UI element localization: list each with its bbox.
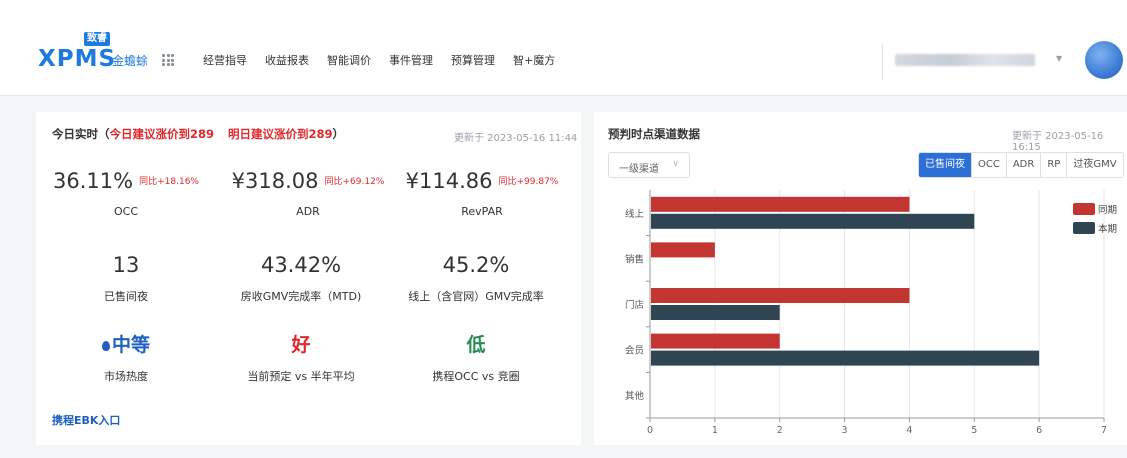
tomorrow-price-suggestion: 明日建议涨价到289 <box>228 127 333 141</box>
x-tick-label: 1 <box>712 425 718 436</box>
today-realtime-panel: 今日实时（ 今日建议涨价到289 明日建议涨价到289 ） 更新于 2023-0… <box>36 112 581 445</box>
metric-value: ¥114.86 <box>405 169 493 193</box>
metric-label: 房收GMV完成率（MTD) <box>240 290 362 303</box>
metric-occ: 36.11% 同比+18.16% OCC <box>36 168 216 218</box>
metric-value: ¥318.08 <box>231 169 319 193</box>
metric-value: 36.11% <box>53 169 134 193</box>
x-tick-label: 2 <box>777 425 783 436</box>
bar-线上-同期 <box>651 196 910 212</box>
y-tick-label: 线上 <box>625 208 645 220</box>
hotel-name-link[interactable]: 金蟾蜍 <box>112 52 148 69</box>
metric-compare: 同比+18.16% <box>139 177 199 187</box>
avatar[interactable] <box>1085 41 1123 79</box>
metric-label: 当前预定 vs 半年平均 <box>247 370 355 383</box>
metric-booking-vs-halfyear: 好 当前预定 vs 半年平均 <box>221 332 381 384</box>
nav-item-revenue-report[interactable]: 收益报表 <box>265 52 309 78</box>
x-tick-label: 0 <box>647 425 653 436</box>
drop-icon <box>101 340 110 351</box>
metric-value: 低 <box>466 334 486 356</box>
ctrip-ebk-link[interactable]: 携程EBK入口 <box>52 412 120 428</box>
legend-label-本期: 本期 <box>1098 223 1117 235</box>
bar-门店-本期 <box>651 305 780 320</box>
nav-item-smart-pricing[interactable]: 智能调价 <box>327 52 371 78</box>
metric-sold-room-nights: 13 已售间夜 <box>46 252 206 304</box>
metric-revpar: ¥114.86 同比+99.87% RevPAR <box>392 168 572 218</box>
metric-label: 已售间夜 <box>104 290 148 303</box>
metric-value: 好 <box>291 334 311 356</box>
metric-online-gmv-rate: 45.2% 线上（含官网）GMV完成率 <box>396 252 556 304</box>
today-price-suggestion: 今日建议涨价到289 <box>109 127 215 141</box>
metric-value: 中等 <box>111 334 150 356</box>
x-tick-label: 3 <box>842 425 848 436</box>
y-tick-label: 会员 <box>625 345 644 357</box>
user-account-selector[interactable] <box>895 54 1035 66</box>
metric-compare: 同比+69.12% <box>324 177 385 187</box>
metric-market-heat: 中等 市场热度 <box>46 332 206 384</box>
bar-会员-本期 <box>651 350 1040 366</box>
legend-swatch-本期 <box>1073 222 1095 234</box>
chevron-down-icon[interactable]: ▼ <box>1056 54 1062 63</box>
nav-item-event-management[interactable]: 事件管理 <box>389 52 433 78</box>
bar-销售-同期 <box>651 242 715 258</box>
x-tick-label: 4 <box>906 425 912 436</box>
today-updated-time: 更新于 2023-05-16 11:44 <box>454 133 578 144</box>
metric-label: 携程OCC vs 竞圈 <box>432 370 520 383</box>
x-tick-label: 6 <box>1036 425 1042 436</box>
y-tick-label: 其他 <box>625 390 645 402</box>
metric-label: RevPAR <box>461 205 503 218</box>
metric-label: 线上（含官网）GMV完成率 <box>408 290 544 303</box>
nav-item-operation-guide[interactable]: 经营指导 <box>203 52 247 78</box>
nav-item-budget-management[interactable]: 预算管理 <box>451 52 495 78</box>
app-logo[interactable]: 致睿 XPMS <box>38 30 118 74</box>
nav-divider <box>882 44 883 80</box>
metric-room-gmv-rate: 43.42% 房收GMV完成率（MTD) <box>221 252 381 304</box>
x-tick-label: 7 <box>1101 425 1107 436</box>
metric-label: 市场热度 <box>104 370 148 383</box>
metric-value: 13 <box>112 253 140 277</box>
bar-会员-同期 <box>651 333 780 349</box>
main-nav: 经营指导 收益报表 智能调价 事件管理 预算管理 智+魔方 <box>203 52 555 78</box>
nav-item-smart-cube[interactable]: 智+魔方 <box>513 52 555 78</box>
metric-ctrip-occ-vs-comp: 低 携程OCC vs 竞圈 <box>396 332 556 384</box>
today-header: 今日实时（ 今日建议涨价到289 明日建议涨价到289 ） <box>52 126 344 142</box>
logo-text: XPMS <box>38 46 117 72</box>
metric-value: 45.2% <box>442 253 510 277</box>
y-tick-label: 销售 <box>625 253 644 265</box>
metric-compare: 同比+99.87% <box>498 177 559 187</box>
logo-badge: 致睿 <box>84 32 110 46</box>
grid-icon[interactable] <box>162 54 174 66</box>
today-title-end: ） <box>332 127 345 141</box>
bar-线上-本期 <box>651 213 975 229</box>
legend-label-同期: 同期 <box>1098 205 1117 216</box>
bar-门店-同期 <box>651 288 910 303</box>
top-navbar: 致睿 XPMS 金蟾蜍 经营指导 收益报表 智能调价 事件管理 预算管理 智+魔… <box>0 0 1127 96</box>
channel-bar-chart: 0 1 2 3 4 5 6 7 线上销售门店会员其他 同期本期 <box>625 190 1117 436</box>
legend-swatch-同期 <box>1073 203 1095 215</box>
metric-label: ADR <box>296 205 320 218</box>
metric-adr: ¥318.08 同比+69.12% ADR <box>218 168 398 218</box>
today-title: 今日实时（ <box>52 127 110 141</box>
channel-data-panel: 预判时点渠道数据 更新于 2023-05-16 16:15 一级渠道 ∨ 已售间… <box>594 112 1127 445</box>
y-tick-label: 门店 <box>625 299 644 311</box>
metric-value: 43.42% <box>260 253 342 277</box>
metric-label: OCC <box>113 205 139 218</box>
x-tick-label: 5 <box>971 425 977 436</box>
